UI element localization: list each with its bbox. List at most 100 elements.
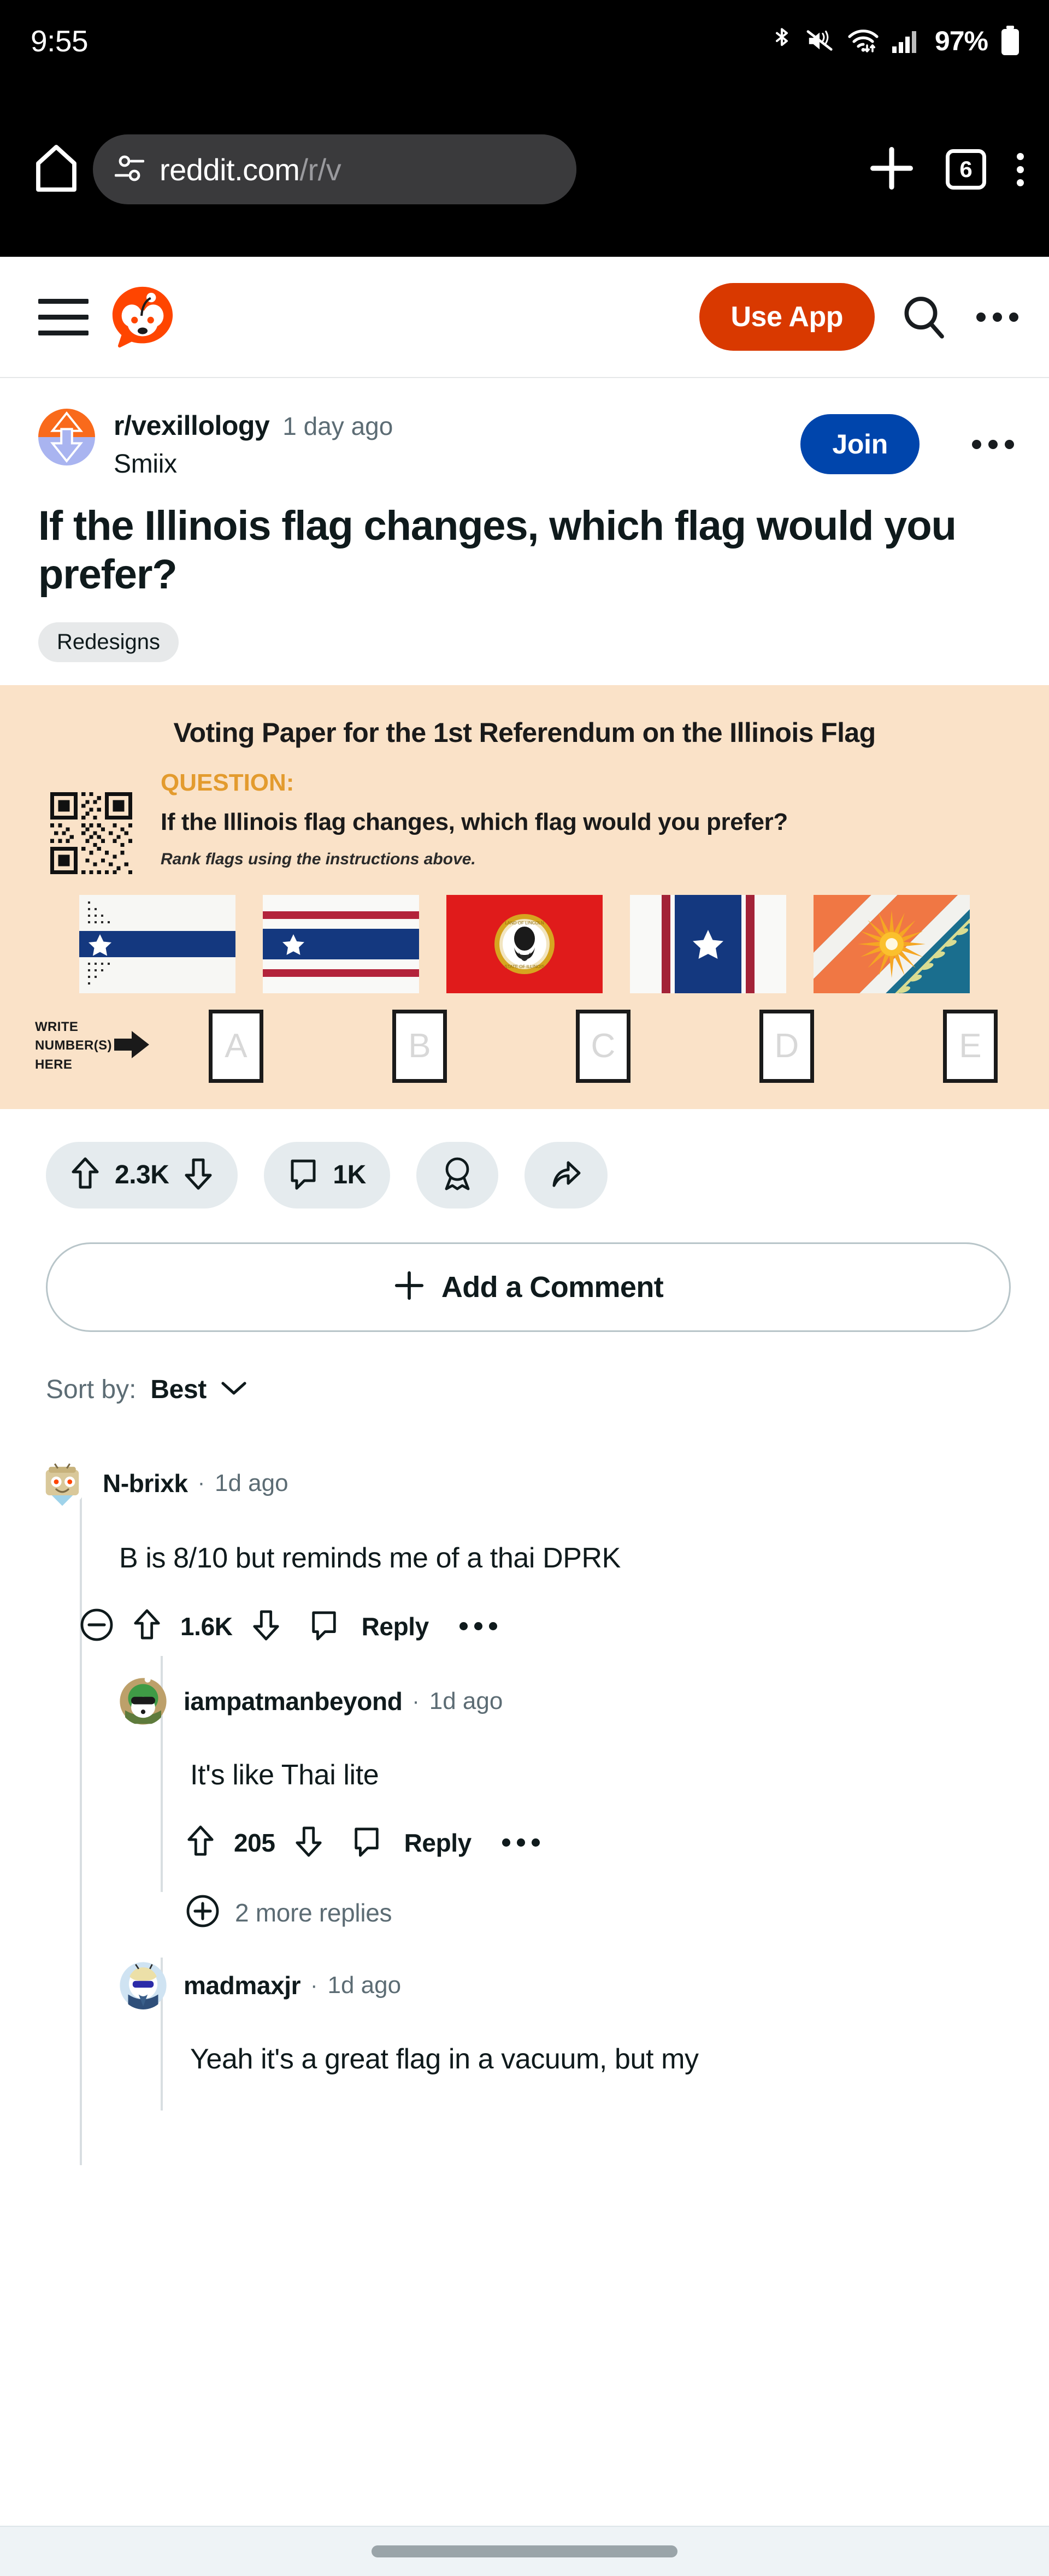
comment-bubble-icon[interactable]	[309, 1608, 339, 1644]
comment-separator: ·	[412, 1689, 419, 1714]
post-award-pill[interactable]	[416, 1142, 498, 1209]
status-clock: 9:55	[31, 23, 88, 58]
comment-score: 205	[234, 1828, 275, 1858]
answer-box-e[interactable]: E	[943, 1010, 998, 1083]
reddit-snoo-logo[interactable]	[108, 282, 177, 351]
post-comments-pill[interactable]: 1K	[264, 1142, 390, 1209]
post: r/vexillology 1 day ago Smiix Join If th…	[0, 378, 1049, 1405]
ballot-answer-row: WRITE NUMBER(S) HERE A B C D E	[0, 1010, 1049, 1083]
write-line-1: WRITE	[35, 1018, 112, 1037]
flag-image-c: LAND OF LINCOLN STATE OF ILLINOIS	[446, 895, 603, 993]
flag-image-a	[79, 895, 235, 993]
flag-image-e	[814, 895, 970, 993]
add-comment-button[interactable]: Add a Comment	[46, 1242, 1011, 1332]
svg-text:STATE OF ILLINOIS: STATE OF ILLINOIS	[504, 964, 544, 969]
ballot-flag-options: LAND OF LINCOLN STATE OF ILLINOIS	[0, 895, 1049, 993]
use-app-button[interactable]: Use App	[699, 283, 875, 351]
comment-header: iampatmanbeyond · 1d ago	[119, 1677, 1049, 1725]
comment-header: madmaxjr · 1d ago	[119, 1961, 1049, 2009]
comment-overflow-icon[interactable]	[459, 1622, 497, 1630]
comment-reply: iampatmanbeyond · 1d ago It's like Thai …	[0, 1677, 1049, 1931]
sort-by-value: Best	[150, 1375, 206, 1405]
upvote-arrow-icon[interactable]	[132, 1608, 162, 1644]
upvote-arrow-icon[interactable]	[70, 1157, 101, 1193]
comment-username[interactable]: iampatmanbeyond	[184, 1687, 402, 1716]
search-icon[interactable]	[900, 293, 948, 341]
subreddit-avatar[interactable]	[38, 409, 95, 465]
comment-actions: 205 Reply	[186, 1825, 1049, 1860]
comment-bubble-icon	[288, 1157, 319, 1193]
comment-overflow-icon[interactable]	[502, 1838, 540, 1847]
post-score: 2.3K	[115, 1160, 169, 1190]
flag-option-c: LAND OF LINCOLN STATE OF ILLINOIS	[446, 895, 603, 993]
post-action-bar: 2.3K 1K	[0, 1109, 1049, 1209]
url-host: reddit.com	[160, 152, 299, 187]
reddit-header: Use App	[0, 257, 1049, 378]
answer-box-d[interactable]: D	[759, 1010, 814, 1083]
upvote-arrow-icon[interactable]	[186, 1825, 215, 1860]
join-button[interactable]: Join	[800, 414, 920, 474]
comment-reply-button[interactable]: Reply	[404, 1828, 472, 1858]
post-author[interactable]: Smiix	[114, 449, 393, 479]
answer-box-c[interactable]: C	[576, 1010, 630, 1083]
answer-box-b[interactable]: B	[392, 1010, 447, 1083]
post-overflow-icon[interactable]	[972, 440, 1014, 449]
home-button[interactable]	[26, 142, 86, 197]
browser-menu-button[interactable]	[1017, 153, 1024, 186]
comment-body: B is 8/10 but reminds me of a thai DPRK	[119, 1539, 1011, 1577]
tune-icon[interactable]	[115, 152, 144, 187]
subreddit-name[interactable]: r/vexillology	[114, 410, 269, 441]
comment-age: 1d ago	[429, 1688, 503, 1715]
post-header-actions: Join	[800, 406, 1014, 474]
more-replies-label: 2 more replies	[235, 1898, 392, 1927]
collapse-minus-icon[interactable]	[80, 1608, 114, 1644]
comment-username[interactable]: madmaxjr	[184, 1971, 300, 2000]
share-icon	[550, 1157, 582, 1193]
arrow-right-icon	[114, 1029, 150, 1063]
comment-reply-button[interactable]: Reply	[362, 1612, 429, 1641]
tab-count-button[interactable]: 6	[946, 149, 986, 190]
plus-icon[interactable]	[868, 145, 915, 194]
screen: 9:55	[0, 0, 1049, 2576]
write-line-3: HERE	[35, 1056, 112, 1075]
sort-by-label: Sort by:	[46, 1375, 136, 1405]
comment-bubble-icon[interactable]	[352, 1825, 381, 1860]
comment-age: 1d ago	[215, 1470, 288, 1497]
browser-toolbar: reddit.com/r/v 6	[0, 82, 1049, 257]
post-media-ballot[interactable]: Voting Paper for the 1st Referendum on t…	[0, 685, 1049, 1109]
post-vote-pill[interactable]: 2.3K	[46, 1142, 238, 1209]
write-line-2: NUMBER(S)	[35, 1036, 112, 1056]
comment-header: N-brixk · 1d ago	[38, 1459, 1049, 1507]
user-avatar-green[interactable]	[119, 1677, 167, 1725]
bluetooth-icon	[770, 26, 794, 56]
comment-username[interactable]: N-brixk	[103, 1469, 188, 1498]
battery-percent: 97%	[935, 25, 988, 57]
flag-option-e	[814, 895, 970, 993]
mute-vibrate-icon	[806, 28, 835, 54]
header-overflow-icon[interactable]	[976, 313, 1018, 322]
ballot-question-text: If the Illinois flag changes, which flag…	[161, 809, 788, 836]
status-icons: 97%	[770, 25, 1021, 57]
home-icon	[32, 142, 81, 197]
post-header: r/vexillology 1 day ago Smiix Join	[0, 378, 1049, 479]
flag-image-b	[263, 895, 419, 993]
user-avatar-blue[interactable]	[119, 1961, 167, 2009]
android-status-bar: 9:55	[0, 0, 1049, 82]
downvote-arrow-icon[interactable]	[183, 1157, 214, 1193]
home-gesture-pill[interactable]	[372, 2545, 677, 2557]
url-bar[interactable]: reddit.com/r/v	[93, 134, 576, 204]
hamburger-icon[interactable]	[38, 299, 89, 335]
add-comment-label: Add a Comment	[441, 1270, 663, 1304]
user-avatar-robot[interactable]	[38, 1459, 86, 1507]
more-replies-button[interactable]: 2 more replies	[186, 1894, 1049, 1931]
sort-by-control[interactable]: Sort by: Best	[0, 1332, 1049, 1405]
downvote-arrow-icon[interactable]	[251, 1608, 281, 1644]
post-title: If the Illinois flag changes, which flag…	[0, 479, 1049, 599]
url-path: /r/v	[299, 152, 341, 187]
answer-box-a[interactable]: A	[209, 1010, 263, 1083]
battery-icon	[1000, 26, 1021, 56]
ballot-question-block: QUESTION: If the Illinois flag changes, …	[0, 754, 1049, 874]
post-flair[interactable]: Redesigns	[38, 622, 179, 662]
post-share-pill[interactable]	[524, 1142, 608, 1209]
downvote-arrow-icon[interactable]	[294, 1825, 323, 1860]
